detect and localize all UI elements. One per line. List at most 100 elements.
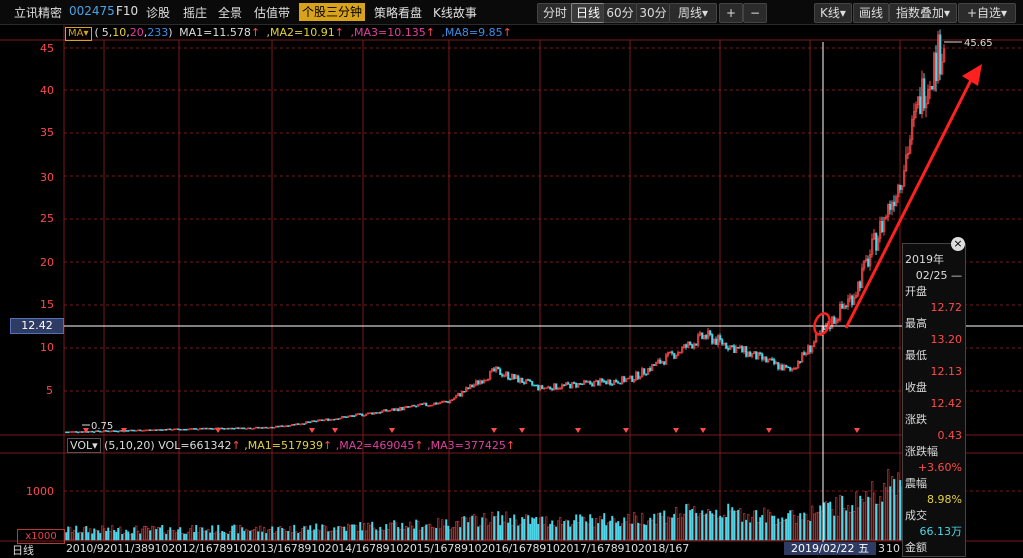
popup-open-label: 开盘 (905, 285, 927, 298)
candle-body (371, 412, 374, 415)
popup-high-label: 最高 (905, 317, 927, 330)
volume-bar (521, 517, 524, 541)
volume-bar (337, 526, 340, 541)
volume-bar (545, 516, 548, 541)
volume-bar (677, 518, 680, 541)
ohlc-popup: 2019年 02/25 — 开盘 12.72 最高 13.20 最低 12.13… (902, 243, 966, 557)
candle-body (841, 304, 844, 309)
ma-param-4: 233 (147, 26, 169, 39)
price-tick: 45 (40, 42, 54, 55)
candle-body (523, 382, 526, 384)
volume-bar (609, 520, 612, 541)
volume-bar (415, 519, 418, 541)
candle-body (183, 428, 186, 431)
vol-dropdown[interactable]: VOL▾ (67, 438, 101, 453)
candle-body (309, 421, 312, 424)
volume-bar (347, 523, 350, 541)
volume-bar (815, 512, 818, 541)
volume-bar (361, 530, 364, 541)
candle-body (171, 429, 174, 431)
volume-bar (723, 514, 726, 541)
volume-bar (65, 532, 68, 541)
candle-body (765, 356, 768, 363)
volume-bar (659, 512, 662, 541)
volume-bar (301, 528, 304, 541)
popup-high-value: 13.20 (930, 333, 963, 346)
volume-bar (71, 532, 74, 541)
volume-bar (223, 531, 226, 541)
volume-bar (611, 515, 614, 541)
volume-bar (459, 527, 462, 541)
kline-chart[interactable]: 45.65 0.75 45 40 35 30 25 20 15 10 5 100… (0, 0, 1023, 555)
ma-dropdown[interactable]: MA▾ (65, 27, 92, 41)
annotation-arrow-head (962, 64, 982, 86)
volume-bar (719, 515, 722, 541)
ma8-value: ,MA8=9.85 (441, 26, 503, 39)
volume-bar (489, 522, 492, 541)
volume-bar (689, 510, 692, 541)
volume-bar (687, 503, 690, 541)
volume-bar (865, 491, 868, 541)
candle-body (73, 431, 76, 433)
volume-bar (111, 525, 114, 541)
volume-bar (197, 532, 200, 541)
volume-bar (535, 517, 538, 541)
volume-bar (387, 529, 390, 541)
volume-bar (479, 525, 482, 541)
volume-bar (315, 523, 318, 541)
volume-bar (87, 532, 90, 541)
volume-bar (663, 510, 666, 541)
current-price-tag: 12.42 (10, 318, 64, 334)
volume-bar (341, 527, 344, 541)
candle-body (867, 258, 870, 267)
volume-bar (671, 517, 674, 541)
volume-bar (833, 515, 836, 541)
volume-bar (195, 525, 198, 541)
volume-tick: 1000 (26, 485, 54, 498)
vol-value: VOL=661342 (158, 439, 232, 452)
volume-bar (725, 517, 728, 541)
popup-close-label: 收盘 (905, 381, 927, 394)
volume-bar (133, 527, 136, 541)
volume-bar (117, 527, 120, 541)
volume-bar (675, 506, 678, 541)
candle-body (211, 428, 214, 430)
event-mark (673, 428, 679, 433)
date-axis-label[interactable]: 日线 (12, 542, 34, 558)
candle-body (467, 387, 470, 390)
candle-body (549, 386, 552, 389)
candle-body (755, 351, 758, 360)
popup-day: 02/25 — (915, 269, 962, 282)
volume-bar (463, 516, 466, 541)
ma-param-close: ) (168, 26, 173, 39)
low-price-label: 0.75 (91, 421, 113, 432)
candle-body (337, 418, 340, 420)
volume-bar (571, 524, 574, 541)
candle-body (459, 393, 462, 397)
volume-bar (449, 529, 452, 541)
volume-bar (589, 514, 592, 541)
volume-bar (393, 520, 396, 541)
volume-bar (597, 523, 600, 541)
volume-bar (151, 525, 154, 541)
candle-body (793, 368, 796, 370)
volume-bar (625, 521, 628, 541)
volume-bar (883, 482, 886, 541)
volume-bar (129, 534, 132, 541)
volume-bar (105, 531, 108, 541)
volume-bar (579, 514, 582, 541)
popup-close-button[interactable]: × (951, 237, 965, 251)
volume-bar (365, 530, 368, 541)
volume-bar (219, 533, 222, 541)
volume-bar (567, 520, 570, 541)
volume-bar (551, 520, 554, 541)
volume-bar (643, 524, 646, 541)
volume-bar (185, 533, 188, 541)
candle-body (361, 413, 364, 417)
volume-bar (431, 527, 434, 541)
popup-year: 2019年 (905, 253, 944, 266)
price-axis: 45 40 35 30 25 20 15 10 5 (40, 42, 54, 397)
volume-bar (477, 526, 480, 541)
volume-bar (407, 527, 410, 541)
candle-body (637, 371, 640, 379)
